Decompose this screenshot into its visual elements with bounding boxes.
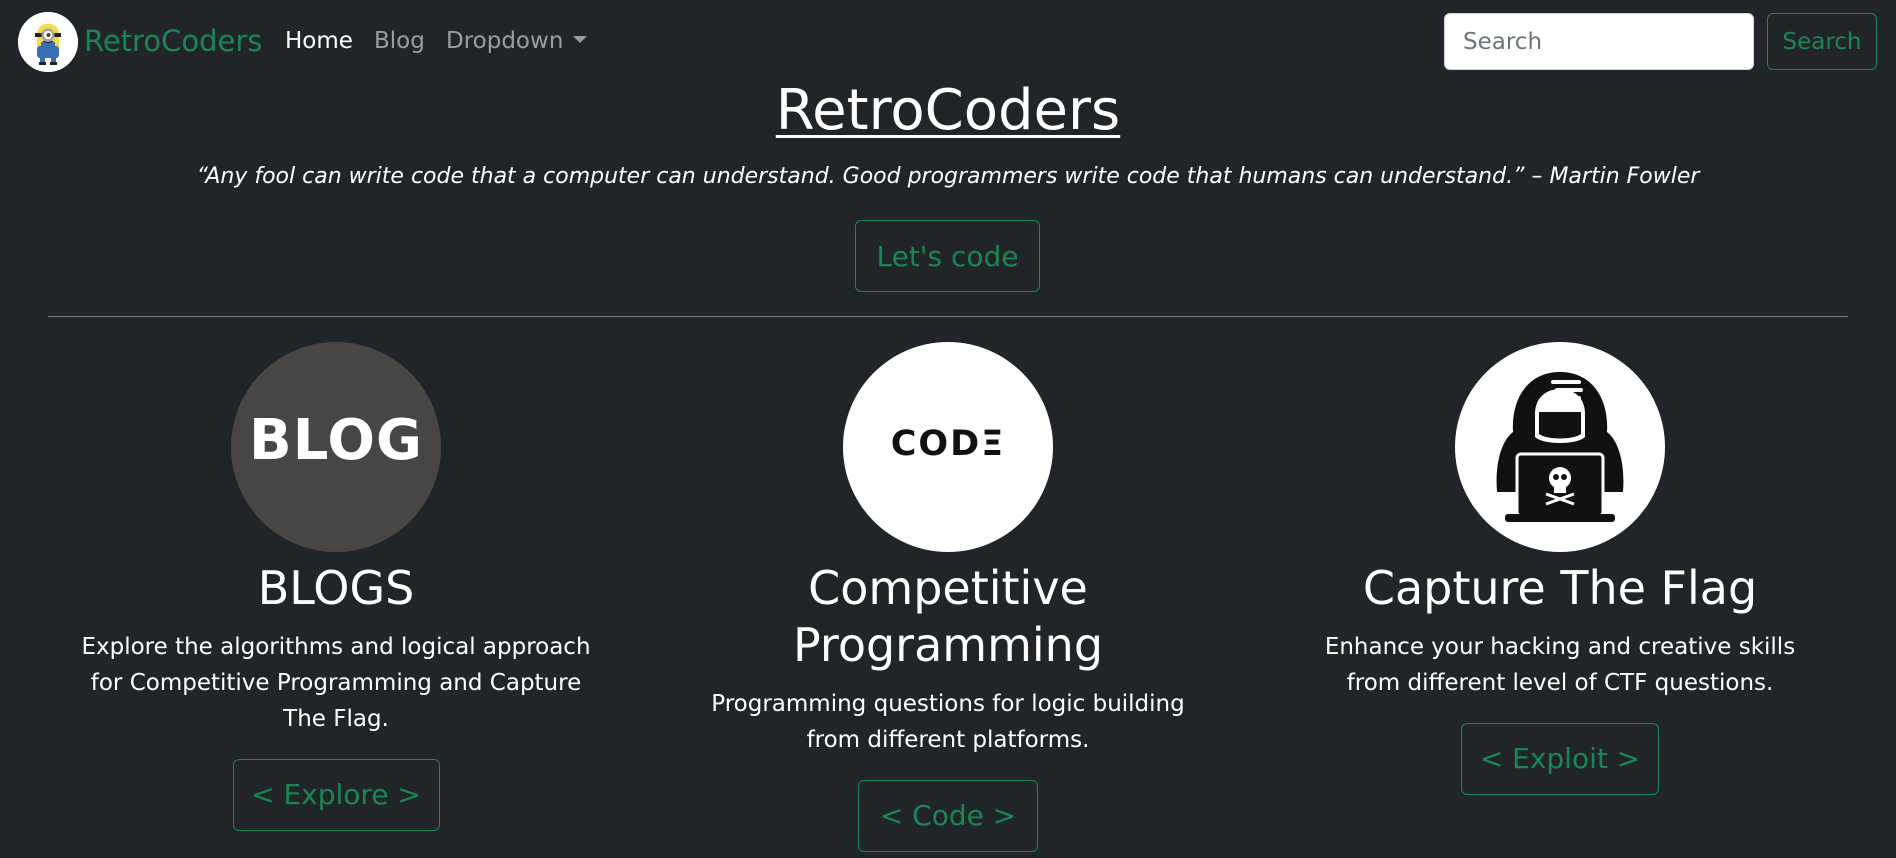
- explore-button[interactable]: < Explore >: [232, 759, 440, 831]
- page-title: RetroCoders: [775, 78, 1121, 143]
- card-capture-the-flag: Capture The Flag Enhance your hacking an…: [1260, 342, 1860, 795]
- lets-code-button[interactable]: Let's code: [855, 220, 1040, 292]
- card-heading: Capture The Flag: [1362, 561, 1758, 615]
- search-button[interactable]: Search: [1767, 13, 1877, 70]
- code-button[interactable]: < Code >: [858, 780, 1038, 852]
- card-heading: BLOGS: [257, 561, 415, 615]
- card-blogs: BLOG BLOGS Explore the algorithms and lo…: [36, 342, 636, 831]
- card-text: Enhance your hacking and creative skills…: [1324, 634, 1796, 696]
- divider: [48, 316, 1848, 317]
- code-image-icon: CODΞ: [843, 342, 1053, 552]
- hero-quote: “Any fool can write code that a computer…: [196, 164, 1700, 189]
- card-competitive-programming: CODΞ Competitive Programming Programming…: [648, 342, 1248, 852]
- nav-home-link[interactable]: Home: [285, 28, 353, 54]
- card-text: Programming questions for logic building…: [711, 691, 1185, 753]
- blog-image-text: BLOG: [249, 408, 423, 473]
- navbar: RetroCoders Home Blog Dropdown Search: [0, 0, 1896, 84]
- blog-image-icon: BLOG: [231, 342, 441, 552]
- caret-down-icon: [573, 36, 588, 43]
- card-text: Explore the algorithms and logical appro…: [81, 634, 591, 732]
- nav-dropdown-toggle[interactable]: Dropdown: [446, 28, 588, 54]
- hooded-hacker-icon: [1455, 342, 1665, 552]
- code-image-text: CODΞ: [890, 424, 1006, 464]
- nav-dropdown-label: Dropdown: [446, 28, 564, 54]
- nav-blog-link[interactable]: Blog: [374, 28, 425, 54]
- card-heading: Competitive Programming: [792, 561, 1104, 672]
- search-input[interactable]: [1444, 13, 1754, 70]
- minion-logo-icon[interactable]: [18, 12, 78, 72]
- brand-link[interactable]: RetroCoders: [84, 24, 262, 58]
- exploit-button[interactable]: < Exploit >: [1461, 723, 1659, 795]
